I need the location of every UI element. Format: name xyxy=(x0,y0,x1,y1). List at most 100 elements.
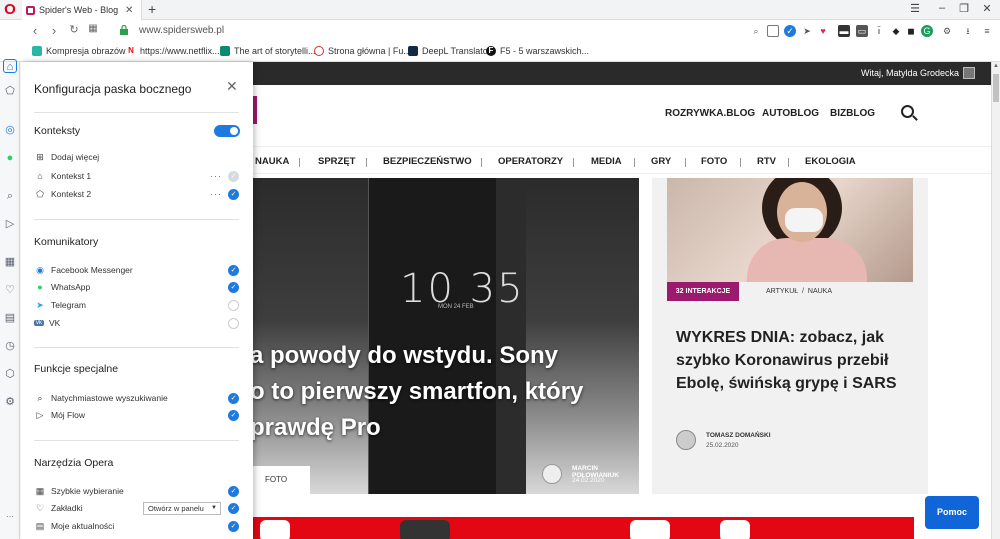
back-button[interactable]: ‹ xyxy=(28,23,42,38)
toplink-bizblog[interactable]: BIZBLOG xyxy=(830,108,875,119)
browser-tab[interactable]: Spider's Web - Blog Blisko ✕ xyxy=(22,0,142,20)
extension-1-icon[interactable]: ▬ xyxy=(838,25,850,37)
checkmark-icon[interactable]: ✓ xyxy=(228,520,239,532)
checkbox-icon[interactable] xyxy=(228,317,239,329)
forward-button[interactable]: › xyxy=(47,23,61,38)
toplink-rozrywka[interactable]: ROZRYWKA.BLOG xyxy=(665,108,755,119)
ad-banner[interactable] xyxy=(250,517,914,539)
snapshot-icon[interactable] xyxy=(767,25,779,37)
category-gry[interactable]: GRY xyxy=(651,156,671,167)
category-sprzet[interactable]: SPRZĘT xyxy=(318,156,355,167)
hero-tag[interactable]: FOTO xyxy=(250,466,310,494)
checkbox-icon[interactable] xyxy=(228,299,239,311)
checkmark-icon[interactable]: ✓ xyxy=(228,170,239,182)
bookmark-1[interactable]: Kompresja obrazów... xyxy=(32,46,133,56)
interactions-badge[interactable]: 32 INTERAKCJE xyxy=(667,282,739,301)
bookmarks-icon[interactable]: ♡ xyxy=(3,283,17,297)
speed-dial-icon[interactable]: ▦ xyxy=(86,23,100,34)
speed-dial-icon[interactable]: ▦ xyxy=(3,255,17,269)
category-ekologia[interactable]: EKOLOGIA xyxy=(805,156,856,167)
close-panel-icon[interactable]: ✕ xyxy=(226,78,238,95)
extension-5-icon[interactable]: ◼ xyxy=(905,25,917,37)
whatsapp-row[interactable]: ● WhatsApp ✓ xyxy=(34,279,239,295)
category-rtv[interactable]: RTV xyxy=(757,156,776,167)
category-bezpieczenstwo[interactable]: BEZPIECZEŃSTWO xyxy=(383,156,472,167)
checkmark-icon[interactable]: ✓ xyxy=(228,392,239,404)
news-icon[interactable]: ▤ xyxy=(3,311,17,325)
more-options-icon[interactable]: ··· xyxy=(210,171,222,181)
more-icon[interactable]: ··· xyxy=(3,510,17,524)
history-icon[interactable]: ◷ xyxy=(3,339,17,353)
flow-icon[interactable]: ▷ xyxy=(3,217,17,231)
search-icon[interactable]: ⌕ xyxy=(750,25,762,37)
url-field[interactable]: www.spidersweb.pl xyxy=(139,25,224,36)
tab-menu-icon[interactable]: ☰ xyxy=(906,2,924,15)
checkmark-icon[interactable]: ✓ xyxy=(228,188,239,200)
category-nauka[interactable]: NAUKA xyxy=(255,156,289,167)
grammarly-icon[interactable]: G xyxy=(921,25,933,37)
toplink-autoblog[interactable]: AUTOBLOG xyxy=(762,108,819,119)
minimize-button[interactable]: – xyxy=(933,2,951,14)
maximize-button[interactable]: ❐ xyxy=(955,2,973,15)
bookmark-2[interactable]: Nhttps://www.netflix.... xyxy=(126,46,222,56)
instant-search-row[interactable]: ⌕ Natychmiastowe wyszukiwanie ✓ xyxy=(34,390,239,406)
bookmark-4[interactable]: Strona główna | Fu... xyxy=(314,46,411,56)
scroll-thumb[interactable] xyxy=(993,74,999,102)
messenger-icon[interactable]: ◎ xyxy=(3,123,17,137)
easy-setup-icon[interactable]: ⚙ xyxy=(941,25,953,37)
download-icon[interactable]: ⭳ xyxy=(962,25,974,37)
news-row[interactable]: ▤ Moje aktualności ✓ xyxy=(34,518,239,534)
side-article-title[interactable]: WYKRES DNIA: zobacz, jak szybko Koronawi… xyxy=(676,326,916,395)
extension-3-icon[interactable]: ı̈ xyxy=(873,25,885,37)
scroll-up-icon[interactable]: ▲ xyxy=(993,63,999,69)
menu-icon[interactable]: ≡ xyxy=(981,25,993,37)
workspace-icon[interactable]: ⬠ xyxy=(3,84,17,98)
search-icon[interactable]: ⌕ xyxy=(3,189,17,203)
home-icon[interactable]: ⌂ xyxy=(3,59,17,73)
speed-dial-row[interactable]: ▦ Szybkie wybieranie ✓ xyxy=(34,483,239,499)
checkmark-icon[interactable]: ✓ xyxy=(228,281,239,293)
my-flow-row[interactable]: ▷ Mój Flow ✓ xyxy=(34,407,239,423)
close-tab-icon[interactable]: ✕ xyxy=(125,5,133,16)
new-tab-button[interactable]: + xyxy=(148,1,156,17)
category-media[interactable]: MEDIA xyxy=(591,156,622,167)
category-foto[interactable]: FOTO xyxy=(701,156,727,167)
whatsapp-icon[interactable]: ● xyxy=(3,151,17,165)
home-icon: ⌂ xyxy=(37,171,43,181)
page-scrollbar[interactable]: ▲ xyxy=(991,62,1000,539)
reload-button[interactable]: ↻ xyxy=(67,23,81,36)
settings-icon[interactable]: ⚙ xyxy=(3,395,17,409)
site-search-icon[interactable] xyxy=(901,105,914,118)
bookmark-3[interactable]: The art of storytelli... xyxy=(220,46,316,56)
messenger-row[interactable]: ◉ Facebook Messenger ✓ xyxy=(34,262,239,278)
side-article[interactable]: 32 INTERAKCJE ARTYKUŁ / NAUKA WYKRES DNI… xyxy=(652,178,928,494)
side-author[interactable]: TOMASZ DOMAŃSKI xyxy=(706,432,771,439)
opera-logo-icon[interactable]: O xyxy=(3,2,17,18)
extension-4-icon[interactable]: ◆ xyxy=(890,25,902,37)
more-options-icon[interactable]: ··· xyxy=(210,189,222,199)
telegram-row[interactable]: ➤ Telegram xyxy=(34,297,239,313)
user-avatar[interactable] xyxy=(963,67,975,79)
send-icon[interactable]: ➤ xyxy=(801,25,813,37)
contexts-toggle[interactable] xyxy=(214,125,240,137)
checkmark-icon[interactable]: ✓ xyxy=(228,502,239,514)
hero-title[interactable]: a powody do wstydu. Sony o to pierwszy s… xyxy=(250,338,630,446)
extensions-icon[interactable]: ⬡ xyxy=(3,367,17,381)
context-1-row[interactable]: ⌂ Kontekst 1 ··· ✓ xyxy=(34,168,239,184)
bookmark-6[interactable]: F F5 - 5 warszawskich... xyxy=(486,46,589,56)
checkmark-icon[interactable]: ✓ xyxy=(228,409,239,421)
extension-2-icon[interactable]: ▭ xyxy=(856,25,868,37)
vpn-icon[interactable]: ✓ xyxy=(784,25,796,37)
hero-article[interactable]: 10 35 MON 24 FEB a powody do wstydu. Son… xyxy=(250,178,639,494)
close-window-button[interactable]: ✕ xyxy=(978,2,996,15)
vk-row[interactable]: vk VK xyxy=(34,315,239,331)
checkmark-icon[interactable]: ✓ xyxy=(228,264,239,276)
category-operatorzy[interactable]: OPERATORZY xyxy=(498,156,563,167)
heart-icon[interactable]: ♥ xyxy=(817,25,829,37)
help-button[interactable]: Pomoc xyxy=(925,496,979,529)
context-2-row[interactable]: ⬠ Kontekst 2 ··· ✓ xyxy=(34,186,239,202)
checkmark-icon[interactable]: ✓ xyxy=(228,485,239,497)
bookmark-5[interactable]: DeepL Translator xyxy=(408,46,491,56)
add-more-button[interactable]: ⊞ Dodaj więcej xyxy=(34,149,239,165)
bookmarks-open-select[interactable]: Otwórz w panelu ▼ xyxy=(143,502,221,515)
